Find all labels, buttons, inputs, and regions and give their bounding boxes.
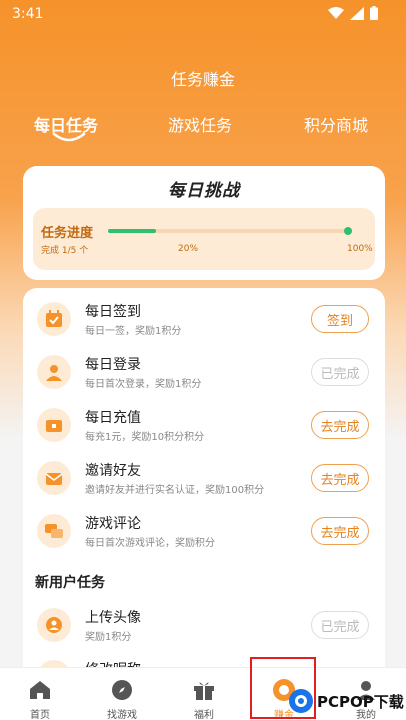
task-row-invite: 邀请好友 邀请好友并进行实名认证，奖励100积分 去完成 <box>23 453 385 505</box>
progress-tick-100: 100% <box>347 244 373 254</box>
task-name: 邀请好友 <box>85 463 141 479</box>
task-desc: 每日首次游戏评论，奖励积分 <box>85 538 215 549</box>
progress-tick-20: 20% <box>178 244 199 254</box>
sign-in-button[interactable]: 签到 <box>311 305 369 333</box>
daily-challenge-card: 每日挑战 任务进度 完成 1/5 个 20% 100% <box>23 166 385 280</box>
nav-label: 首页 <box>30 710 50 720</box>
nav-label: 福利 <box>194 710 214 720</box>
nav-label: 找游戏 <box>107 710 137 720</box>
envelope-icon <box>37 461 71 495</box>
progress-track <box>108 227 352 235</box>
page-title: 任务赚金 <box>170 70 235 89</box>
nav-find-games[interactable]: 找游戏 <box>92 668 152 720</box>
challenge-title: 每日挑战 <box>168 181 240 201</box>
tab-points-mall[interactable]: 积分商城 <box>304 112 368 136</box>
progress-end-dot <box>344 227 352 235</box>
task-row-upload-avatar: 上传头像 奖励1积分 已完成 <box>23 600 385 652</box>
task-name: 每日登录 <box>85 357 141 373</box>
task-row-sign-in: 每日签到 每日一签，奖励1积分 签到 <box>23 294 385 346</box>
task-name: 每日签到 <box>85 304 141 320</box>
upload-avatar-completed-button[interactable]: 已完成 <box>311 611 369 639</box>
nav-welfare[interactable]: 福利 <box>174 668 234 720</box>
comment-icon <box>37 514 71 548</box>
wifi-icon <box>328 6 344 19</box>
calendar-check-icon <box>37 302 71 336</box>
battery-icon <box>370 6 378 20</box>
gift-icon <box>194 682 214 700</box>
compass-icon <box>112 680 132 700</box>
task-desc: 每日首次登录，奖励1积分 <box>85 379 202 390</box>
active-tab-indicator <box>52 132 86 142</box>
progress-fill <box>108 229 157 233</box>
recharge-go-button[interactable]: 去完成 <box>311 411 369 439</box>
new-user-section-title: 新用户任务 <box>35 575 105 591</box>
task-desc: 每充1元，奖励10积分积分 <box>85 432 205 443</box>
status-bar: 3:41 <box>0 0 406 30</box>
home-icon <box>30 681 50 699</box>
wallet-icon <box>37 408 71 442</box>
status-time: 3:41 <box>12 6 44 22</box>
task-name: 每日充值 <box>85 410 141 426</box>
login-completed-button[interactable]: 已完成 <box>311 358 369 386</box>
avatar-upload-icon <box>37 608 71 642</box>
task-name: 上传头像 <box>85 610 141 626</box>
task-desc: 奖励1积分 <box>85 632 132 643</box>
watermark-logo-icon <box>289 689 313 713</box>
tab-game-tasks[interactable]: 游戏任务 <box>168 112 232 136</box>
task-desc: 每日一签，奖励1积分 <box>85 326 182 337</box>
nav-home[interactable]: 首页 <box>10 668 70 720</box>
user-icon <box>37 355 71 389</box>
task-row-recharge: 每日充值 每充1元，奖励10积分积分 去完成 <box>23 400 385 452</box>
status-icons <box>328 6 378 20</box>
task-list-card: 每日签到 每日一签，奖励1积分 签到 每日登录 每日首次登录，奖励1积分 已完成… <box>23 288 385 694</box>
progress-count: 完成 1/5 个 <box>41 246 89 256</box>
task-desc: 邀请好友并进行实名认证，奖励100积分 <box>85 485 265 496</box>
invite-go-button[interactable]: 去完成 <box>311 464 369 492</box>
task-row-review: 游戏评论 每日首次游戏评论，奖励积分 去完成 <box>23 506 385 558</box>
signal-icon <box>350 6 364 20</box>
progress-box: 任务进度 完成 1/5 个 20% 100% <box>33 208 375 270</box>
watermark-text: PCPOP下载 <box>317 692 404 711</box>
review-go-button[interactable]: 去完成 <box>311 517 369 545</box>
progress-label: 任务进度 <box>41 226 94 241</box>
watermark: PCPOP下载 <box>288 684 404 718</box>
task-row-login: 每日登录 每日首次登录，奖励1积分 已完成 <box>23 347 385 399</box>
task-name: 游戏评论 <box>85 516 141 532</box>
